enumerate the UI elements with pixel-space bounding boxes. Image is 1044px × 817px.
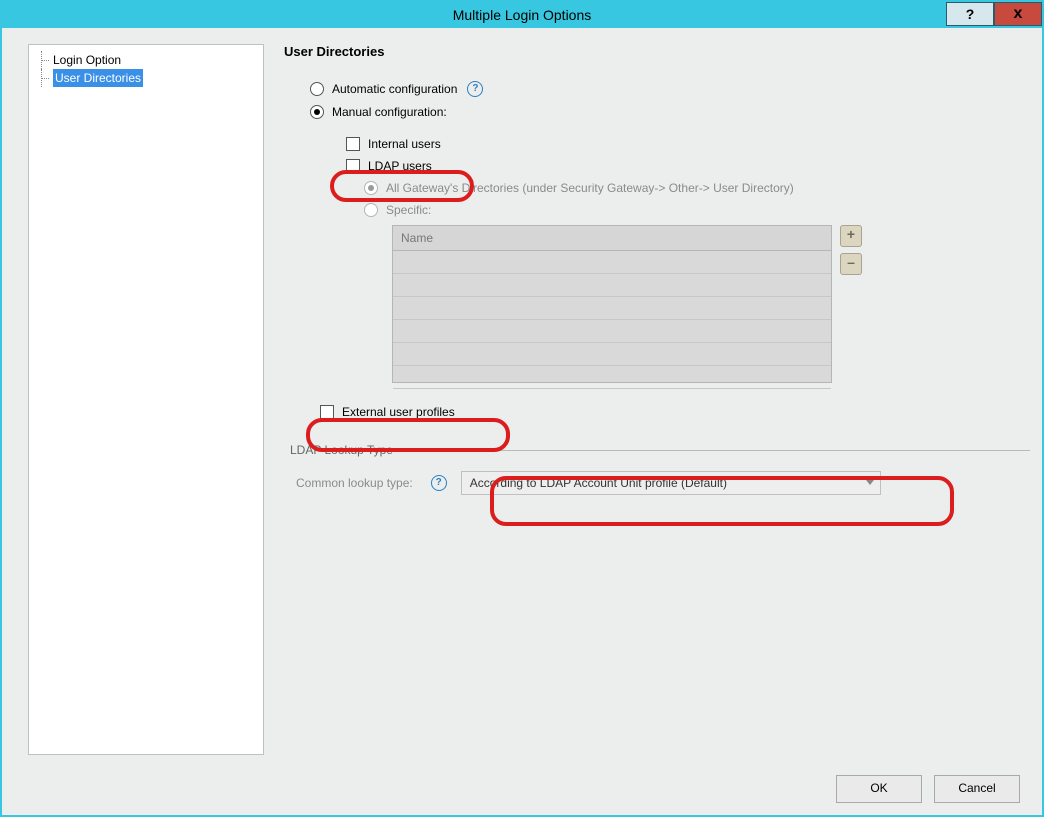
dropdown-value: According to LDAP Account Unit profile (… — [470, 476, 727, 490]
titlebar-controls: ? x — [946, 2, 1042, 26]
name-table: Name — [392, 225, 832, 383]
ldap-lookup-section-header: LDAP Lookup Type — [290, 443, 1030, 457]
common-lookup-type-dropdown[interactable]: According to LDAP Account Unit profile (… — [461, 471, 881, 495]
cancel-button[interactable]: Cancel — [934, 775, 1020, 803]
dialog-window: Multiple Login Options ? x Login Option … — [0, 0, 1044, 817]
ldap-users-checkbox[interactable] — [346, 159, 360, 173]
titlebar: Multiple Login Options ? x — [2, 2, 1042, 28]
name-table-container: Name + – — [392, 225, 1030, 383]
checkbox-row-external-profiles: External user profiles — [320, 405, 1030, 419]
help-icon[interactable]: ? — [431, 475, 447, 491]
help-icon[interactable]: ? — [467, 81, 483, 97]
radio-row-manual: Manual configuration: — [310, 105, 1030, 119]
checkbox-row-internal-users: Internal users — [346, 137, 1030, 151]
all-directories-radio — [364, 181, 378, 195]
table-row — [393, 366, 831, 389]
radio-row-specific: Specific: — [364, 203, 1030, 217]
tree-item-user-directories[interactable]: User Directories — [37, 69, 255, 87]
manual-configuration-radio[interactable] — [310, 105, 324, 119]
automatic-configuration-label: Automatic configuration — [332, 82, 457, 96]
remove-button[interactable]: – — [840, 253, 862, 275]
nav-tree: Login Option User Directories — [28, 44, 264, 755]
ok-button[interactable]: OK — [836, 775, 922, 803]
page-title: User Directories — [284, 44, 1030, 59]
radio-row-all-directories: All Gateway's Directories (under Securit… — [364, 181, 1030, 195]
all-directories-label: All Gateway's Directories (under Securit… — [386, 181, 794, 195]
table-row — [393, 274, 831, 297]
manual-configuration-label: Manual configuration: — [332, 105, 447, 119]
dialog-buttons: OK Cancel — [836, 775, 1020, 803]
ldap-lookup-section-label: LDAP Lookup Type — [290, 443, 393, 457]
checkbox-row-ldap-users: LDAP users — [346, 159, 1030, 173]
add-button[interactable]: + — [840, 225, 862, 247]
internal-users-label: Internal users — [368, 137, 441, 151]
specific-radio — [364, 203, 378, 217]
content-panel: User Directories Automatic configuration… — [284, 44, 1030, 769]
tree-item-login-option[interactable]: Login Option — [37, 51, 255, 69]
radio-row-automatic: Automatic configuration ? — [310, 81, 1030, 97]
table-row — [393, 320, 831, 343]
external-user-profiles-checkbox[interactable] — [320, 405, 334, 419]
ldap-users-label: LDAP users — [368, 159, 432, 173]
automatic-configuration-radio[interactable] — [310, 82, 324, 96]
window-title: Multiple Login Options — [453, 7, 592, 23]
common-lookup-type-label: Common lookup type: — [296, 476, 413, 490]
name-table-header: Name — [393, 226, 831, 251]
dialog-body: Login Option User Directories User Direc… — [14, 44, 1030, 769]
internal-users-checkbox[interactable] — [346, 137, 360, 151]
table-row — [393, 297, 831, 320]
table-row — [393, 251, 831, 274]
external-user-profiles-label: External user profiles — [342, 405, 455, 419]
specific-label: Specific: — [386, 203, 431, 217]
close-button[interactable]: x — [994, 2, 1042, 26]
lookup-row: Common lookup type: ? According to LDAP … — [296, 471, 1030, 495]
tree-item-label: Login Option — [53, 53, 121, 67]
help-button[interactable]: ? — [946, 2, 994, 26]
table-buttons: + – — [840, 225, 862, 383]
table-row — [393, 343, 831, 366]
section-divider — [401, 450, 1030, 451]
tree-item-label: User Directories — [53, 69, 143, 87]
chevron-down-icon — [866, 480, 874, 485]
